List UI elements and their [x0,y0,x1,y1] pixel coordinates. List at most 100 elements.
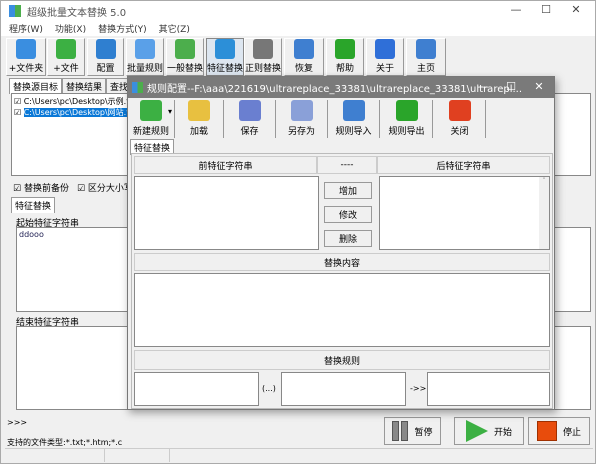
delete-button[interactable]: 删除 [324,230,372,247]
dialog-button-save-as[interactable]: 另存为 [276,100,328,138]
dialog-title: 规则配置--F:\aaa\221619\ultrareplace_33381\u… [147,84,523,95]
start-button[interactable]: 开始 [454,417,524,445]
file-path: C:\Users\pc\Desktop\网站.txt [23,108,138,117]
scrollbar[interactable]: ˄ [539,177,549,249]
pause-icon [392,421,409,441]
replace-content-input[interactable] [134,273,550,347]
dialog-maximize-button[interactable]: ☐ [496,80,526,93]
status-pane [5,449,105,462]
toolbar-label: +文件夹 [8,64,44,74]
arrow-label: ->> [410,384,427,393]
toolbar-label: 规则导入 [335,127,372,137]
swap-icon [175,39,195,59]
toolbar-button-undo-arrow[interactable]: 恢复 [284,38,324,76]
toolbar-label: +文件 [53,64,79,74]
toolbar-button-folder-add[interactable]: +文件夹 [6,38,46,76]
maximize-button[interactable]: ☐ [531,3,561,16]
cart-icon [253,39,273,59]
toolbar-button-swap[interactable]: 一般替换 [166,38,204,76]
title-bar: 超级批量文本替换 5.0 — ☐ ✕ [1,1,595,21]
dialog-button-save[interactable]: 保存 [224,100,276,138]
rule-after-input[interactable] [427,372,550,406]
dialog-button-open-folder[interactable]: 加载 [175,100,224,138]
close-icon [448,100,471,121]
new-rule-dropdown-icon[interactable]: ▾ [168,107,172,116]
toolbar-button-help[interactable]: 帮助 [326,38,364,76]
toolbar-button-file-add[interactable]: +文件 [47,38,85,76]
help-icon [335,39,355,59]
pause-button[interactable]: 暂停 [384,417,441,445]
toolbar-label: 一般替换 [167,64,204,74]
toolbar-button-gear-disc[interactable]: 配置 [87,38,124,76]
gear-disc-icon [95,39,116,59]
puzzle-icon [135,39,155,59]
menu-other[interactable]: 其它(Z) [159,22,190,35]
dialog-title-bar: 规则配置--F:\aaa\221619\ultrareplace_33381\u… [128,77,554,98]
tab-results[interactable]: 替换结果 [62,78,107,94]
window-title: 超级批量文本替换 5.0 [27,7,127,19]
log-output: >>> [7,418,28,427]
file-path: C:\Users\pc\Desktop\示例.txt [23,97,138,106]
ellipsis-label: (...) [262,384,276,393]
toolbar-label: 正则替换 [245,64,282,74]
dialog-content: 前特征字符串 ---- 后特征字符串 增加 修改 删除 ˄ 替换内容 替换规则 … [131,153,553,409]
toolbar-button-hierarchy[interactable]: 特征替换 [206,38,244,76]
app-icon [9,5,21,17]
file-add-icon [56,39,76,59]
hierarchy-icon [215,39,235,59]
toolbar-label: 加载 [189,127,208,137]
toolbar-button-puzzle[interactable]: 批量规则 [126,38,164,76]
toolbar-label: 保存 [240,127,259,137]
save-as-icon [290,100,313,121]
rule-middle-input[interactable] [281,372,406,406]
toolbar-label: 特征替换 [207,64,244,74]
after-string-input[interactable]: ˄ [379,176,550,250]
info-icon [375,39,395,59]
before-header: 前特征字符串 [134,156,317,174]
content-header: 替换内容 [134,253,550,271]
toolbar-label: 恢复 [294,64,313,74]
close-button[interactable]: ✕ [561,3,591,16]
toolbar-label: 配置 [96,64,115,74]
dialog-button-plus[interactable]: 新建规则 [128,100,175,138]
case-checkbox[interactable]: ☑ 区分大小写 [77,181,133,194]
stop-label: 停止 [562,427,581,438]
stop-button[interactable]: 停止 [528,417,590,445]
source-tabs: 替换源目标 替换结果 查找 [9,78,133,94]
menu-replace-mode[interactable]: 替换方式(Y) [98,22,147,35]
add-button[interactable]: 增加 [324,182,372,199]
tab-feature-replace[interactable]: 特征替换 [11,197,56,213]
toolbar-label: 帮助 [335,64,354,74]
dialog-button-import[interactable]: 规则导入 [328,100,380,138]
toolbar-button-cart[interactable]: 正则替换 [244,38,282,76]
dialog-button-export[interactable]: 规则导出 [381,100,433,138]
stop-icon [536,421,557,441]
backup-checkbox[interactable]: ☑ 替换前备份 [13,181,69,194]
tab-source-targets[interactable]: 替换源目标 [9,78,63,94]
before-string-input[interactable] [134,176,319,250]
rule-header: 替换规则 [134,350,550,370]
dialog-button-close[interactable]: 关闭 [434,100,486,138]
options-row: ☑ 替换前备份 ☑ 区分大小写 [13,181,133,194]
rule-before-input[interactable] [134,372,259,406]
after-header: 后特征字符串 [377,156,550,174]
separator-header: ---- [317,156,377,174]
toolbar-button-info[interactable]: 关于 [366,38,404,76]
menu-function[interactable]: 功能(X) [55,22,86,35]
modify-button[interactable]: 修改 [324,206,372,223]
status-pane [105,449,170,462]
menu-bar: 程序(W) 功能(X) 替换方式(Y) 其它(Z) [1,21,595,36]
toolbar-label: 规则导出 [388,127,425,137]
folder-add-icon [16,39,36,59]
start-value: ddooo [19,230,44,239]
dialog-close-button[interactable]: ✕ [524,80,554,93]
minimize-button[interactable]: — [501,3,531,16]
home-icon [416,39,436,59]
toolbar-button-home[interactable]: 主页 [406,38,446,76]
plus-icon [140,100,162,121]
pause-label: 暂停 [414,427,433,438]
start-label: 开始 [493,427,512,438]
menu-program[interactable]: 程序(W) [9,22,43,35]
dialog-minimize-button[interactable]: — [468,80,498,93]
toolbar-label: 关闭 [450,127,469,137]
